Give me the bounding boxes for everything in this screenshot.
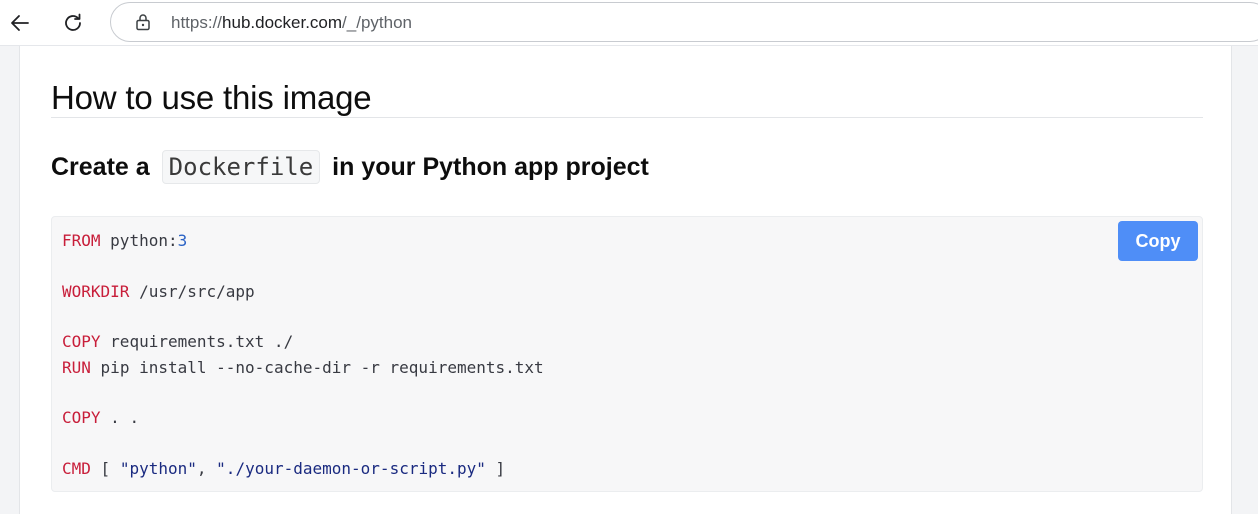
- code-text: requirements.txt ./: [110, 332, 294, 351]
- code-text: pip install --no-cache-dir -r requiremen…: [100, 358, 544, 377]
- section-heading: How to use this image: [51, 79, 372, 116]
- code-line: CMD [ "python", "./your-daemon-or-script…: [62, 459, 505, 479]
- subheading-text-after: in your Python app project: [332, 152, 649, 181]
- code-block[interactable]: FROM python:3 WORKDIR /usr/src/app COPY …: [51, 216, 1203, 492]
- inline-code-dockerfile: Dockerfile: [161, 150, 321, 184]
- code-punct-sep: ,: [196, 459, 207, 478]
- reload-button[interactable]: [57, 7, 89, 39]
- section-subheading: Create a Dockerfile in your Python app p…: [51, 150, 649, 184]
- code-number: 3: [177, 231, 188, 250]
- url-scheme: https://: [171, 13, 223, 32]
- code-line: COPY requirements.txt ./: [62, 332, 293, 352]
- code-punct-open: [: [100, 459, 111, 478]
- code-string: "python": [119, 459, 197, 478]
- code-keyword: CMD: [62, 459, 91, 478]
- url-path: /_/python: [342, 13, 412, 32]
- address-bar[interactable]: https://hub.docker.com/_/python: [110, 2, 1258, 42]
- code-keyword: WORKDIR: [62, 282, 130, 301]
- code-keyword: COPY: [62, 408, 101, 427]
- code-string: "./your-daemon-or-script.py": [216, 459, 486, 478]
- code-punct-close: ]: [495, 459, 506, 478]
- code-line: WORKDIR /usr/src/app: [62, 282, 255, 302]
- url-host: hub.docker.com: [222, 13, 343, 32]
- code-keyword: COPY: [62, 332, 101, 351]
- lock-icon[interactable]: [133, 12, 153, 32]
- code-line: RUN pip install --no-cache-dir -r requir…: [62, 358, 544, 378]
- code-text: python:: [110, 231, 178, 250]
- heading-divider: [51, 117, 1203, 118]
- code-line: FROM python:3: [62, 231, 187, 251]
- reload-icon: [65, 13, 81, 31]
- subheading-text-before: Create a: [51, 152, 150, 181]
- code-line: COPY . .: [62, 408, 139, 428]
- back-arrow-icon: [11, 15, 29, 31]
- code-keyword: FROM: [62, 231, 101, 250]
- browser-toolbar: https://hub.docker.com/_/python: [0, 0, 1258, 46]
- page-content: How to use this image Create a Dockerfil…: [19, 46, 1232, 514]
- code-keyword: RUN: [62, 358, 91, 377]
- code-text: /usr/src/app: [139, 282, 255, 301]
- back-button[interactable]: [4, 7, 36, 39]
- code-text: . .: [110, 408, 140, 427]
- url-text: https://hub.docker.com/_/python: [171, 13, 412, 33]
- copy-button[interactable]: Copy: [1118, 221, 1198, 261]
